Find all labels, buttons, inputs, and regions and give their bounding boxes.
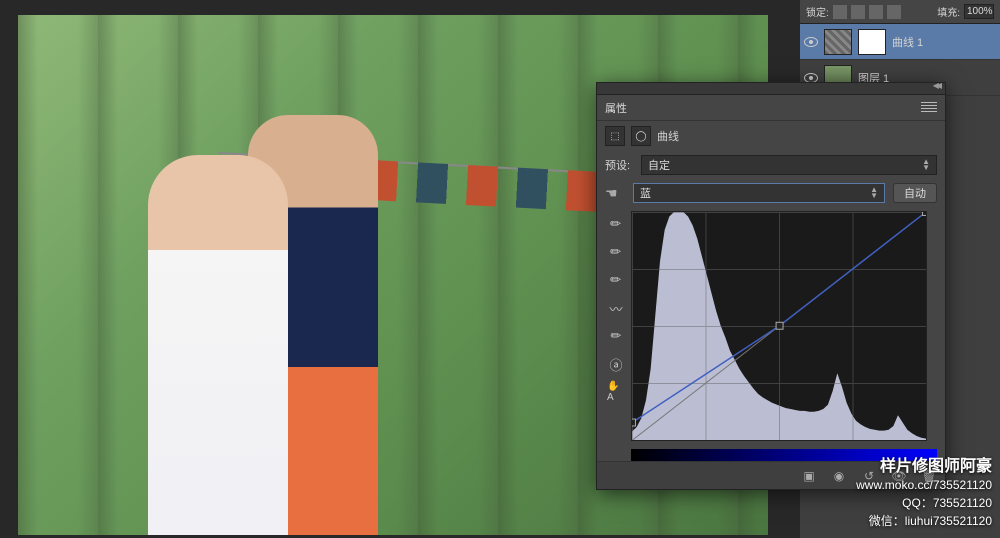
panel-header: 属性 <box>597 95 945 121</box>
fill-input[interactable]: 100% <box>964 4 994 19</box>
auto-button[interactable]: 自动 <box>893 183 937 203</box>
lock-pixels-icon[interactable] <box>851 5 865 19</box>
lock-label: 锁定: <box>806 4 829 19</box>
eyedropper-black-icon[interactable]: ✎ <box>603 211 628 236</box>
mask-mode-icon[interactable]: ◯ <box>631 126 651 146</box>
curves-body: ✎ ✎ ✎ 〰 ✏ ⓐ ✋A <box>597 207 945 449</box>
adjustment-type-row: ⬚ ◯ 曲线 <box>597 121 945 151</box>
lock-all-icon[interactable] <box>887 5 901 19</box>
clip-to-layer-icon[interactable]: ▣ <box>801 469 817 483</box>
panel-title: 属性 <box>605 100 627 116</box>
channel-value: 蓝 <box>640 185 651 201</box>
adjustment-type-label: 曲线 <box>657 128 679 144</box>
reset-icon[interactable]: ↺ <box>861 469 877 483</box>
curve-line[interactable] <box>632 212 926 440</box>
fill-label: 填充: <box>937 4 960 19</box>
smooth-icon[interactable]: ⓐ <box>607 355 625 373</box>
dropdown-arrows-icon: ▲▼ <box>922 159 930 171</box>
panel-collapse-bar[interactable] <box>597 83 945 95</box>
channel-row: 蓝 ▲▼ 自动 <box>597 179 945 207</box>
channel-select[interactable]: 蓝 ▲▼ <box>633 183 885 203</box>
curves-graph[interactable] <box>631 211 927 441</box>
curves-tools: ✎ ✎ ✎ 〰 ✏ ⓐ ✋A <box>605 211 627 441</box>
image-content <box>148 115 398 535</box>
preset-row: 预设: 自定 ▲▼ <box>597 151 945 179</box>
preset-value: 自定 <box>648 157 670 173</box>
pencil-curve-icon[interactable]: ✏ <box>607 327 625 345</box>
lock-transparency-icon[interactable] <box>833 5 847 19</box>
layer-mask-thumbnail[interactable] <box>858 29 886 55</box>
visibility-icon[interactable] <box>804 37 818 47</box>
hand-icon[interactable]: ✋A <box>607 383 625 401</box>
layer-row-curves[interactable]: 曲线 1 <box>800 24 1000 60</box>
layer-name[interactable]: 曲线 1 <box>892 34 923 50</box>
dropdown-arrows-icon: ▲▼ <box>870 187 878 199</box>
eyedropper-white-icon[interactable]: ✎ <box>603 267 628 292</box>
preset-label: 预设: <box>605 157 635 173</box>
properties-panel: 属性 ⬚ ◯ 曲线 预设: 自定 ▲▼ 蓝 ▲▼ 自动 ✎ ✎ ✎ 〰 ✏ ⓐ <box>596 82 946 490</box>
toggle-visibility-icon[interactable]: 👁 <box>891 469 907 483</box>
layer-thumbnail[interactable] <box>824 29 852 55</box>
previous-state-icon[interactable]: ◉ <box>831 469 847 483</box>
panel-menu-icon[interactable] <box>921 102 937 114</box>
lock-bar: 锁定: 填充: 100% <box>800 0 1000 24</box>
point-curve-icon[interactable]: 〰 <box>607 299 625 317</box>
curves-icon[interactable]: ⬚ <box>605 126 625 146</box>
panel-footer: ▣ ◉ ↺ 👁 🗑 <box>597 461 945 489</box>
visibility-icon[interactable] <box>804 73 818 83</box>
target-adjust-icon[interactable] <box>605 185 625 201</box>
preset-select[interactable]: 自定 ▲▼ <box>641 155 937 175</box>
eyedropper-gray-icon[interactable]: ✎ <box>603 239 628 264</box>
input-gradient <box>631 449 937 461</box>
delete-icon[interactable]: 🗑 <box>921 469 937 483</box>
lock-position-icon[interactable] <box>869 5 883 19</box>
